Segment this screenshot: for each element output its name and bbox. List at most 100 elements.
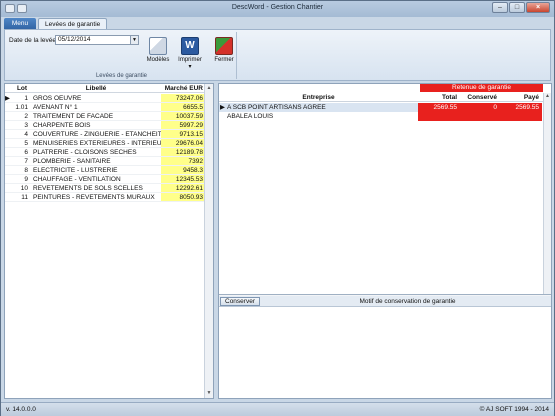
window-title: DescWord - Gestion Chantier [231,4,324,11]
cell-libelle: ELECTRICITE - LUSTRERIE [33,167,118,174]
cell-marche: 29676.04 [161,139,205,147]
imprimer-button[interactable]: W Imprimer ▾ [177,34,203,78]
window-controls: – □ × [492,2,550,13]
conservation-section: Conserver Motif de conservation de garan… [219,296,551,398]
cell-lot: 3 [24,122,28,129]
modeles-button[interactable]: Modèles [145,34,171,78]
retenue-rows: ▶ A SCB POINT ARTISANS AGREE 2569.55 0 2569.… [219,103,543,121]
chevron-down-icon[interactable]: ▾ [177,63,203,70]
cell-marche: 73247.06 [161,94,205,102]
lots-scrollbar[interactable]: ▲ ▼ [204,84,213,398]
cell-lot: 4 [24,131,28,138]
cell-total: 2569.55 [418,103,460,112]
exit-icon [215,37,233,55]
cell-libelle: COUVERTURE - ZINGUERIE - ETANCHEITE [33,131,161,138]
table-row[interactable]: ▶ A SCB POINT ARTISANS AGREE 2569.55 0 2569.… [219,103,543,112]
cell-lot: 10 [20,185,28,192]
ribbon-group-caption: Levées de garantie [95,73,148,79]
cell-libelle: TRAITEMENT DE FACADE [33,113,114,120]
cell-libelle: AVENANT N° 1 [33,104,78,111]
cell-entreprise: ▶ A SCB POINT ARTISANS AGREE [219,103,418,112]
table-row[interactable]: 6 PLATRERIE - CLOISONS SECHES 12189.78 [5,148,205,157]
cell-total [418,112,460,121]
retenue-grid: Retenue de garantie Entreprise Total Con… [219,84,551,295]
scroll-up-icon[interactable]: ▲ [205,84,213,93]
cell-paye [500,112,542,121]
cell-lot: 7 [24,158,28,165]
scroll-down-icon[interactable]: ▼ [205,389,213,398]
conserver-button[interactable]: Conserver [220,297,260,306]
cell-libelle: PEINTURES - REVETEMENTS MURAUX [33,194,155,201]
cell-conserve: 0 [460,103,500,112]
fermer-button[interactable]: Fermer [211,34,237,78]
cell-marche: 10037.59 [161,112,205,120]
table-row[interactable]: 10 REVETEMENTS DE SOLS SCELLES 12292.61 [5,184,205,193]
table-row[interactable]: ▶ 1 GROS OEUVRE 73247.06 [5,94,205,103]
version-text: v. 14.0.0.0 [6,406,36,413]
row-selector [5,103,13,111]
minimize-icon[interactable]: – [492,2,508,13]
fermer-label: Fermer [214,57,234,63]
maximize-icon[interactable]: □ [509,2,525,13]
table-row[interactable]: 7 PLOMBERIE - SANITAIRE 7392 [5,157,205,166]
cell-lot: 1.01 [15,104,28,111]
table-row[interactable]: 9 CHAUFFAGE - VENTILATION 12345.53 [5,175,205,184]
entreprise-name: ABALEA LOUIS [227,113,274,120]
retenue-header: Entreprise Total Conservé Payé [219,93,543,102]
row-selector [5,112,13,120]
cell-lot: 11 [21,194,28,201]
retenue-band: Retenue de garantie [420,84,543,92]
cell-lot: 6 [24,149,28,156]
lots-rows: ▶ 1 GROS OEUVRE 73247.06 1.01 AVENANT N° 1 665… [5,94,205,202]
date-value: 05/12/2014 [58,36,91,43]
cell-lot: 8 [24,167,28,174]
col-paye[interactable]: Payé [500,93,542,101]
conservation-toolbar: Conserver Motif de conservation de garan… [219,296,551,307]
col-libelle[interactable]: Libellé [31,84,161,92]
cell-marche: 8050.93 [161,193,205,201]
table-row[interactable]: 8 ELECTRICITE - LUSTRERIE 9458.3 [5,166,205,175]
col-conserve[interactable]: Conservé [460,93,500,101]
col-total[interactable]: Total [418,93,460,101]
table-row[interactable]: 2 TRAITEMENT DE FACADE 10037.59 [5,112,205,121]
cell-lot: 5 [24,140,28,147]
row-selector [5,166,13,174]
table-row[interactable]: 4 COUVERTURE - ZINGUERIE - ETANCHEITE 9713… [5,130,205,139]
row-selector [5,157,13,165]
cell-conserve [460,112,500,121]
col-lot[interactable]: Lot [13,84,31,92]
row-pointer-icon: ▶ [5,95,10,102]
title-bar: DescWord - Gestion Chantier – □ × [1,1,554,17]
table-row[interactable]: 11 PEINTURES - REVETEMENTS MURAUX 8050.93 [5,193,205,202]
cell-libelle: PLATRERIE - CLOISONS SECHES [33,149,137,156]
conservation-title: Motif de conservation de garantie [359,298,456,305]
date-field[interactable]: 05/12/2014 ▼ [55,35,139,45]
row-selector [5,184,13,192]
table-row[interactable]: 3 CHARPENTE BOIS 5997.29 [5,121,205,130]
status-bar: v. 14.0.0.0 © AJ SOFT 1994 - 2014 [1,402,554,416]
document-templates-icon [149,37,167,55]
cell-libelle: REVETEMENTS DE SOLS SCELLES [33,185,143,192]
chevron-down-icon[interactable]: ▼ [130,36,138,44]
cell-lot: 2 [24,113,28,120]
cell-marche: 6655.5 [161,103,205,111]
cell-libelle: MENUISERIES EXTERIEURES - INTERIEURES [33,140,161,147]
table-row[interactable]: 1.01 AVENANT N° 1 6655.5 [5,103,205,112]
modeles-label: Modèles [146,57,170,63]
table-row[interactable]: 5 MENUISERIES EXTERIEURES - INTERIEURES 29… [5,139,205,148]
table-row[interactable]: ABALEA LOUIS [219,112,543,121]
cell-libelle: CHARPENTE BOIS [33,122,91,129]
retenue-scrollbar[interactable]: ▲ [543,93,551,294]
copyright-text: © AJ SOFT 1994 - 2014 [479,406,549,413]
scroll-up-icon[interactable]: ▲ [544,93,551,99]
col-marche[interactable]: Marché EUR [161,84,205,92]
row-selector [5,121,13,129]
col-entreprise[interactable]: Entreprise [219,93,418,101]
row-selector [5,175,13,183]
close-window-icon[interactable]: × [526,2,550,13]
cell-marche: 5997.29 [161,121,205,129]
cell-libelle: GROS OEUVRE [33,95,82,102]
cell-marche: 9458.3 [161,166,205,174]
cell-marche: 12189.78 [161,148,205,156]
cell-marche: 12345.53 [161,175,205,183]
